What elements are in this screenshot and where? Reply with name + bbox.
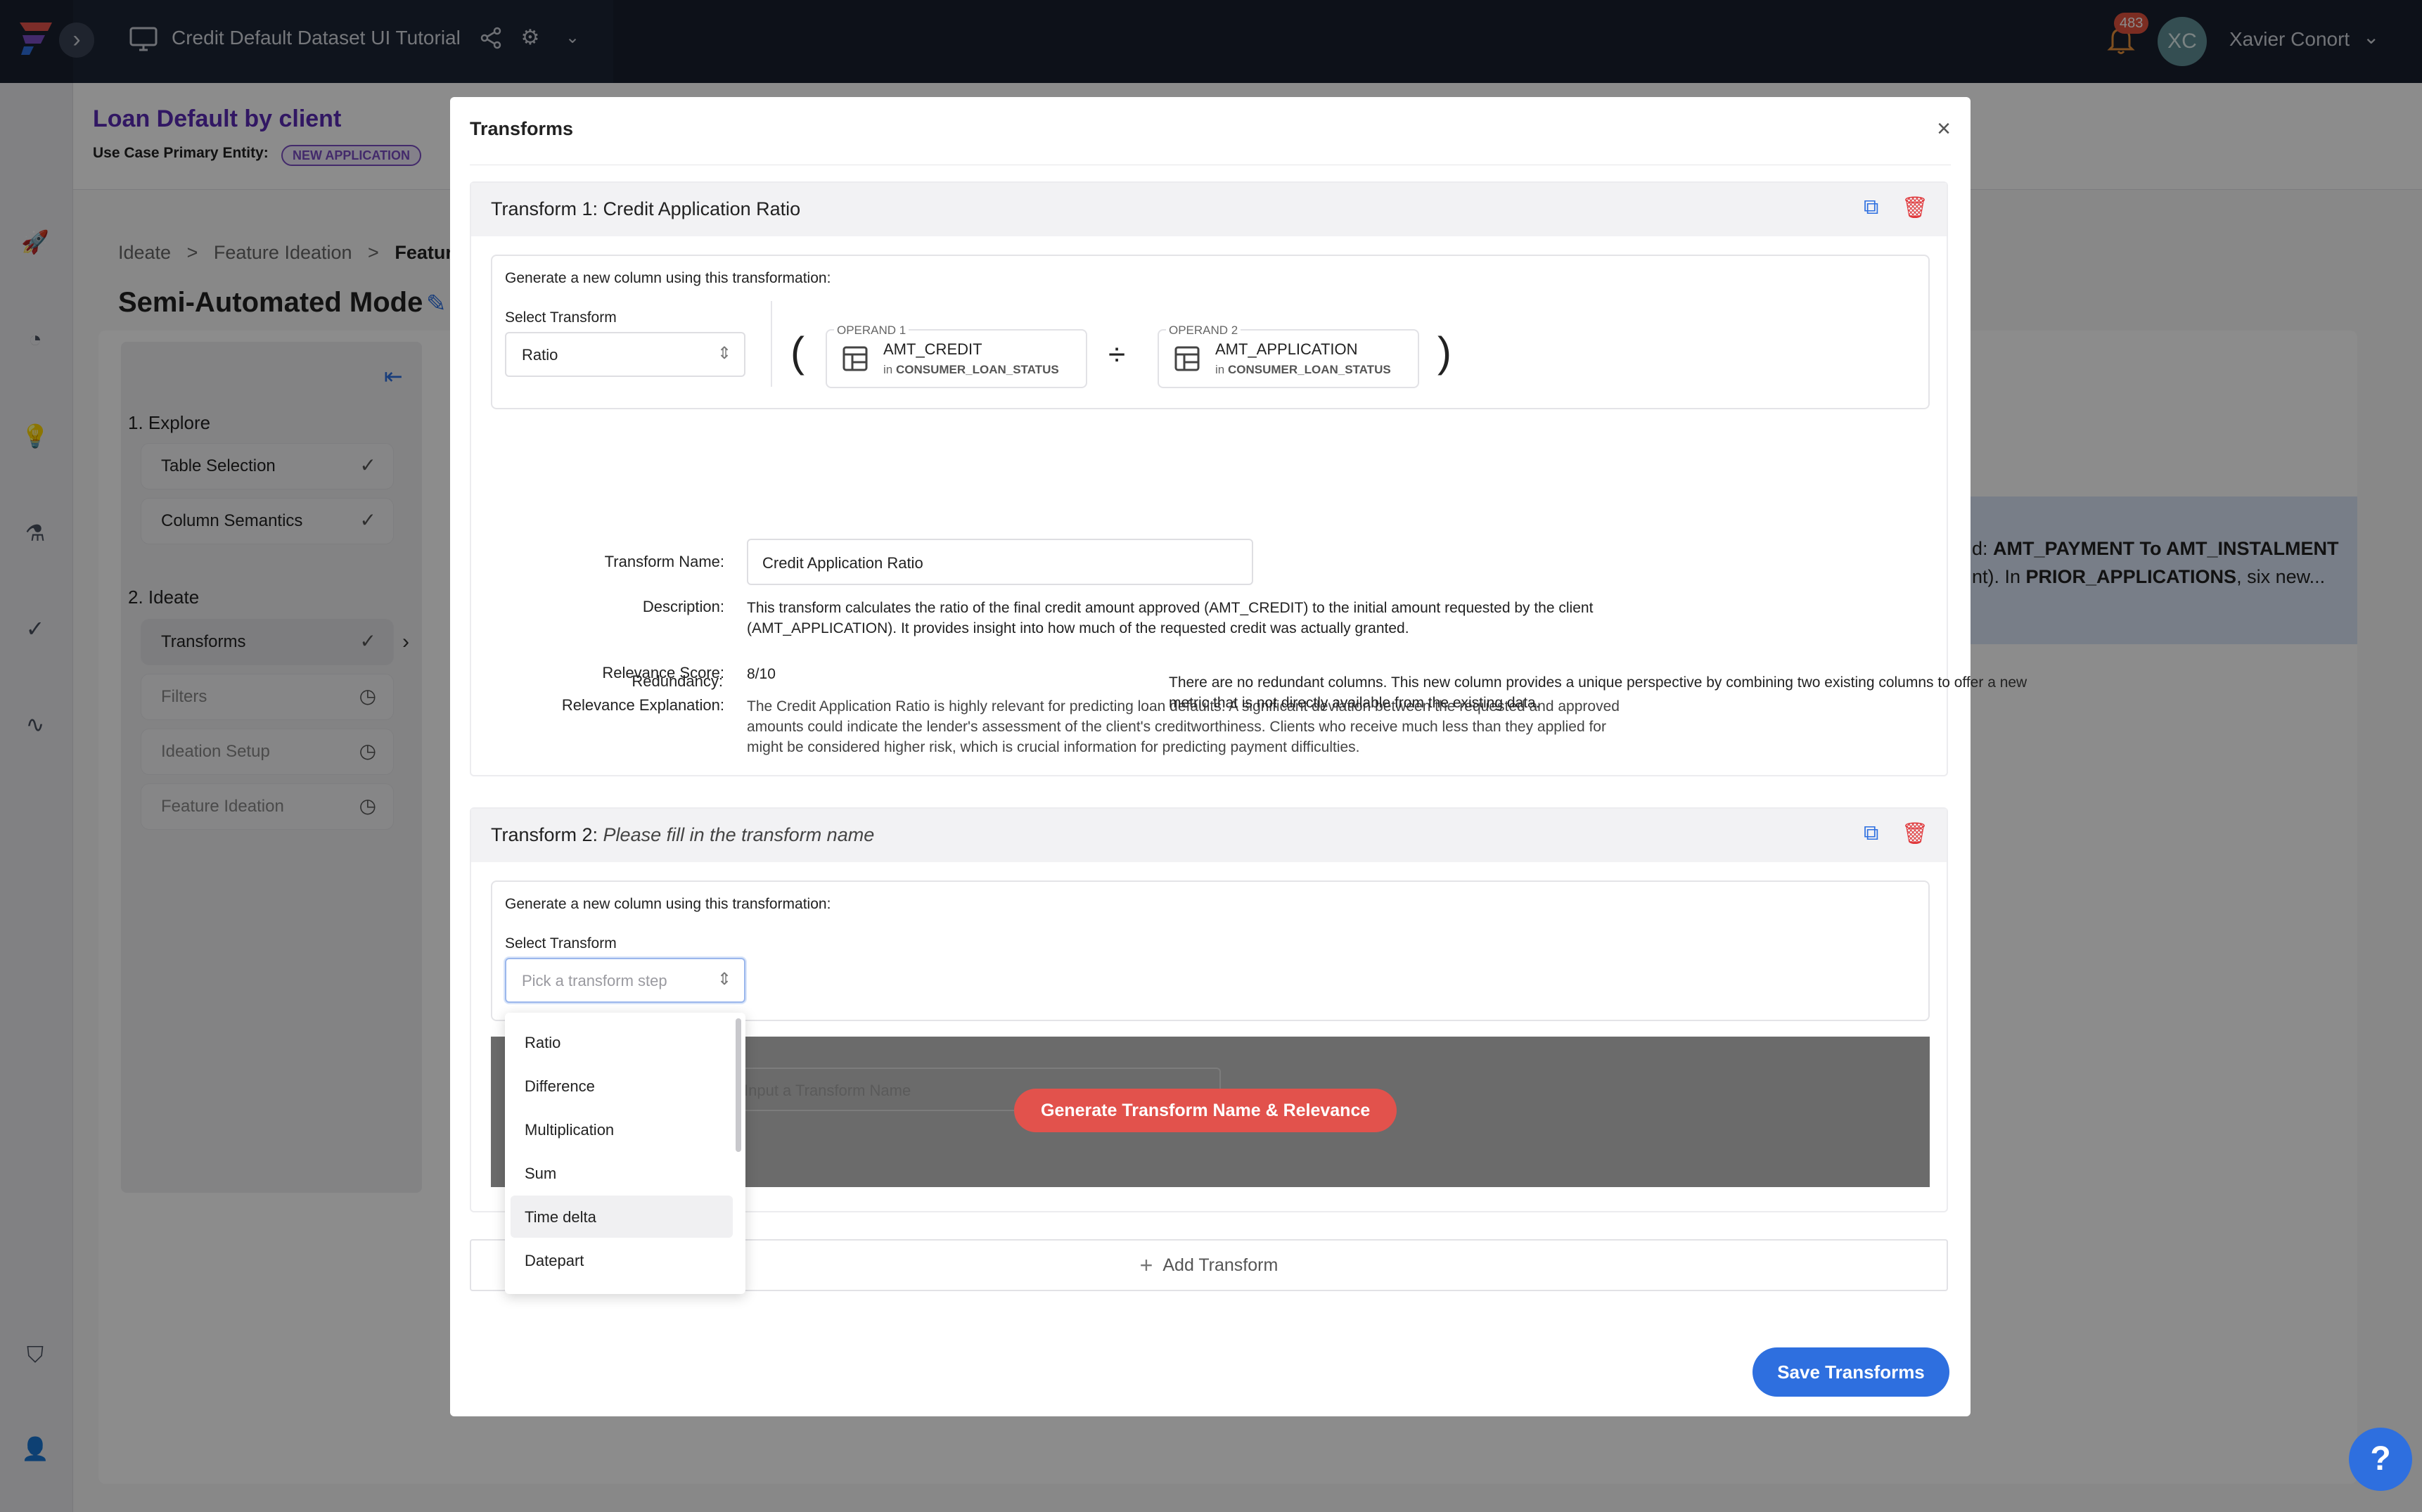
save-transforms-button[interactable]: Save Transforms (1753, 1347, 1949, 1397)
table-icon (842, 346, 868, 371)
dropdown-option-datepart[interactable]: Datepart (511, 1239, 733, 1281)
dropdown-scrollbar[interactable] (736, 1018, 741, 1152)
redundancy-text: There are no redundant columns. This new… (1169, 674, 2027, 711)
operand-source: in CONSUMER_LOAN_STATUS (883, 363, 1059, 376)
copy-icon[interactable]: ⧉ (1864, 821, 1878, 845)
plus-icon: + (1139, 1252, 1153, 1278)
transform-dropdown: Ratio Difference Multiplication Sum Time… (505, 1013, 745, 1294)
dropdown-option-multiplication[interactable]: Multiplication (511, 1108, 733, 1151)
modal-title: Transforms (470, 118, 574, 139)
help-button[interactable]: ? (2349, 1428, 2412, 1491)
divider (771, 301, 772, 387)
dropdown-option-sum[interactable]: Sum (511, 1152, 733, 1194)
divide-operator: ÷ (1108, 338, 1126, 372)
select-transform-label: Select Transform (505, 309, 617, 326)
generate-label: Generate a new column using this transfo… (505, 896, 831, 912)
transform-select-value: Ratio (522, 346, 558, 364)
add-transform-label: Add Transform (1162, 1255, 1279, 1275)
generate-column-box: Generate a new column using this transfo… (491, 880, 1930, 1021)
dropdown-option-time-delta[interactable]: Time delta (511, 1196, 733, 1238)
description-label: Description: (642, 598, 724, 615)
select-arrow-icon: ⇕ (717, 344, 731, 363)
operand-2[interactable]: OPERAND 2 AMT_APPLICATION in CONSUMER_LO… (1158, 323, 1419, 388)
trash-icon[interactable]: 🗑 (1902, 196, 1928, 220)
redundancy-label: Redundancy: (632, 672, 723, 690)
dropdown-option-ratio[interactable]: Ratio (511, 1021, 733, 1063)
transform-name-placeholder: Input a Transform Name (744, 1082, 911, 1099)
description-text: This transform calculates the ratio of t… (747, 600, 1594, 636)
generate-column-box: Generate a new column using this transfo… (491, 255, 1930, 409)
select-transform-label: Select Transform (505, 935, 617, 952)
transform-select-placeholder: Pick a transform step (522, 972, 667, 989)
select-arrow-icon: ⇕ (717, 970, 731, 989)
operand-1[interactable]: OPERAND 1 AMT_CREDIT in CONSUMER_LOAN_ST… (826, 323, 1087, 388)
open-paren: ( (790, 328, 805, 376)
table-icon (1174, 346, 1200, 371)
operand-source: in CONSUMER_LOAN_STATUS (1215, 363, 1391, 376)
dropdown-option-difference[interactable]: Difference (511, 1065, 733, 1107)
operand-caption: OPERAND 1 (834, 323, 909, 338)
copy-icon[interactable]: ⧉ (1864, 196, 1878, 219)
transform-title: Transform 2: Please fill in the transfor… (491, 824, 875, 845)
transform-select[interactable]: Pick a transform step ⇕ (505, 958, 745, 1003)
operand-name: AMT_CREDIT (883, 340, 982, 358)
operand-caption: OPERAND 2 (1166, 323, 1241, 338)
transform-card-header: Transform 2: Please fill in the transfor… (471, 809, 1947, 862)
transform-select[interactable]: Ratio ⇕ (505, 332, 745, 377)
close-icon[interactable]: × (1937, 115, 1951, 143)
generate-name-relevance-button[interactable]: Generate Transform Name & Relevance (1014, 1089, 1397, 1132)
transform-title: Transform 1: Credit Application Ratio (491, 198, 801, 219)
transform-name-value: Credit Application Ratio (762, 554, 923, 572)
relevance-explanation-label: Relevance Explanation: (561, 696, 724, 714)
operand-name: AMT_APPLICATION (1215, 340, 1358, 358)
transform-name-label: Transform Name: (604, 553, 724, 570)
close-paren: ) (1437, 328, 1452, 376)
transform-card-header: Transform 1: Credit Application Ratio ⧉ … (471, 183, 1947, 236)
generate-label: Generate a new column using this transfo… (505, 270, 831, 286)
transform-name-input[interactable]: Credit Application Ratio (747, 539, 1253, 585)
trash-icon[interactable]: 🗑 (1902, 821, 1928, 846)
